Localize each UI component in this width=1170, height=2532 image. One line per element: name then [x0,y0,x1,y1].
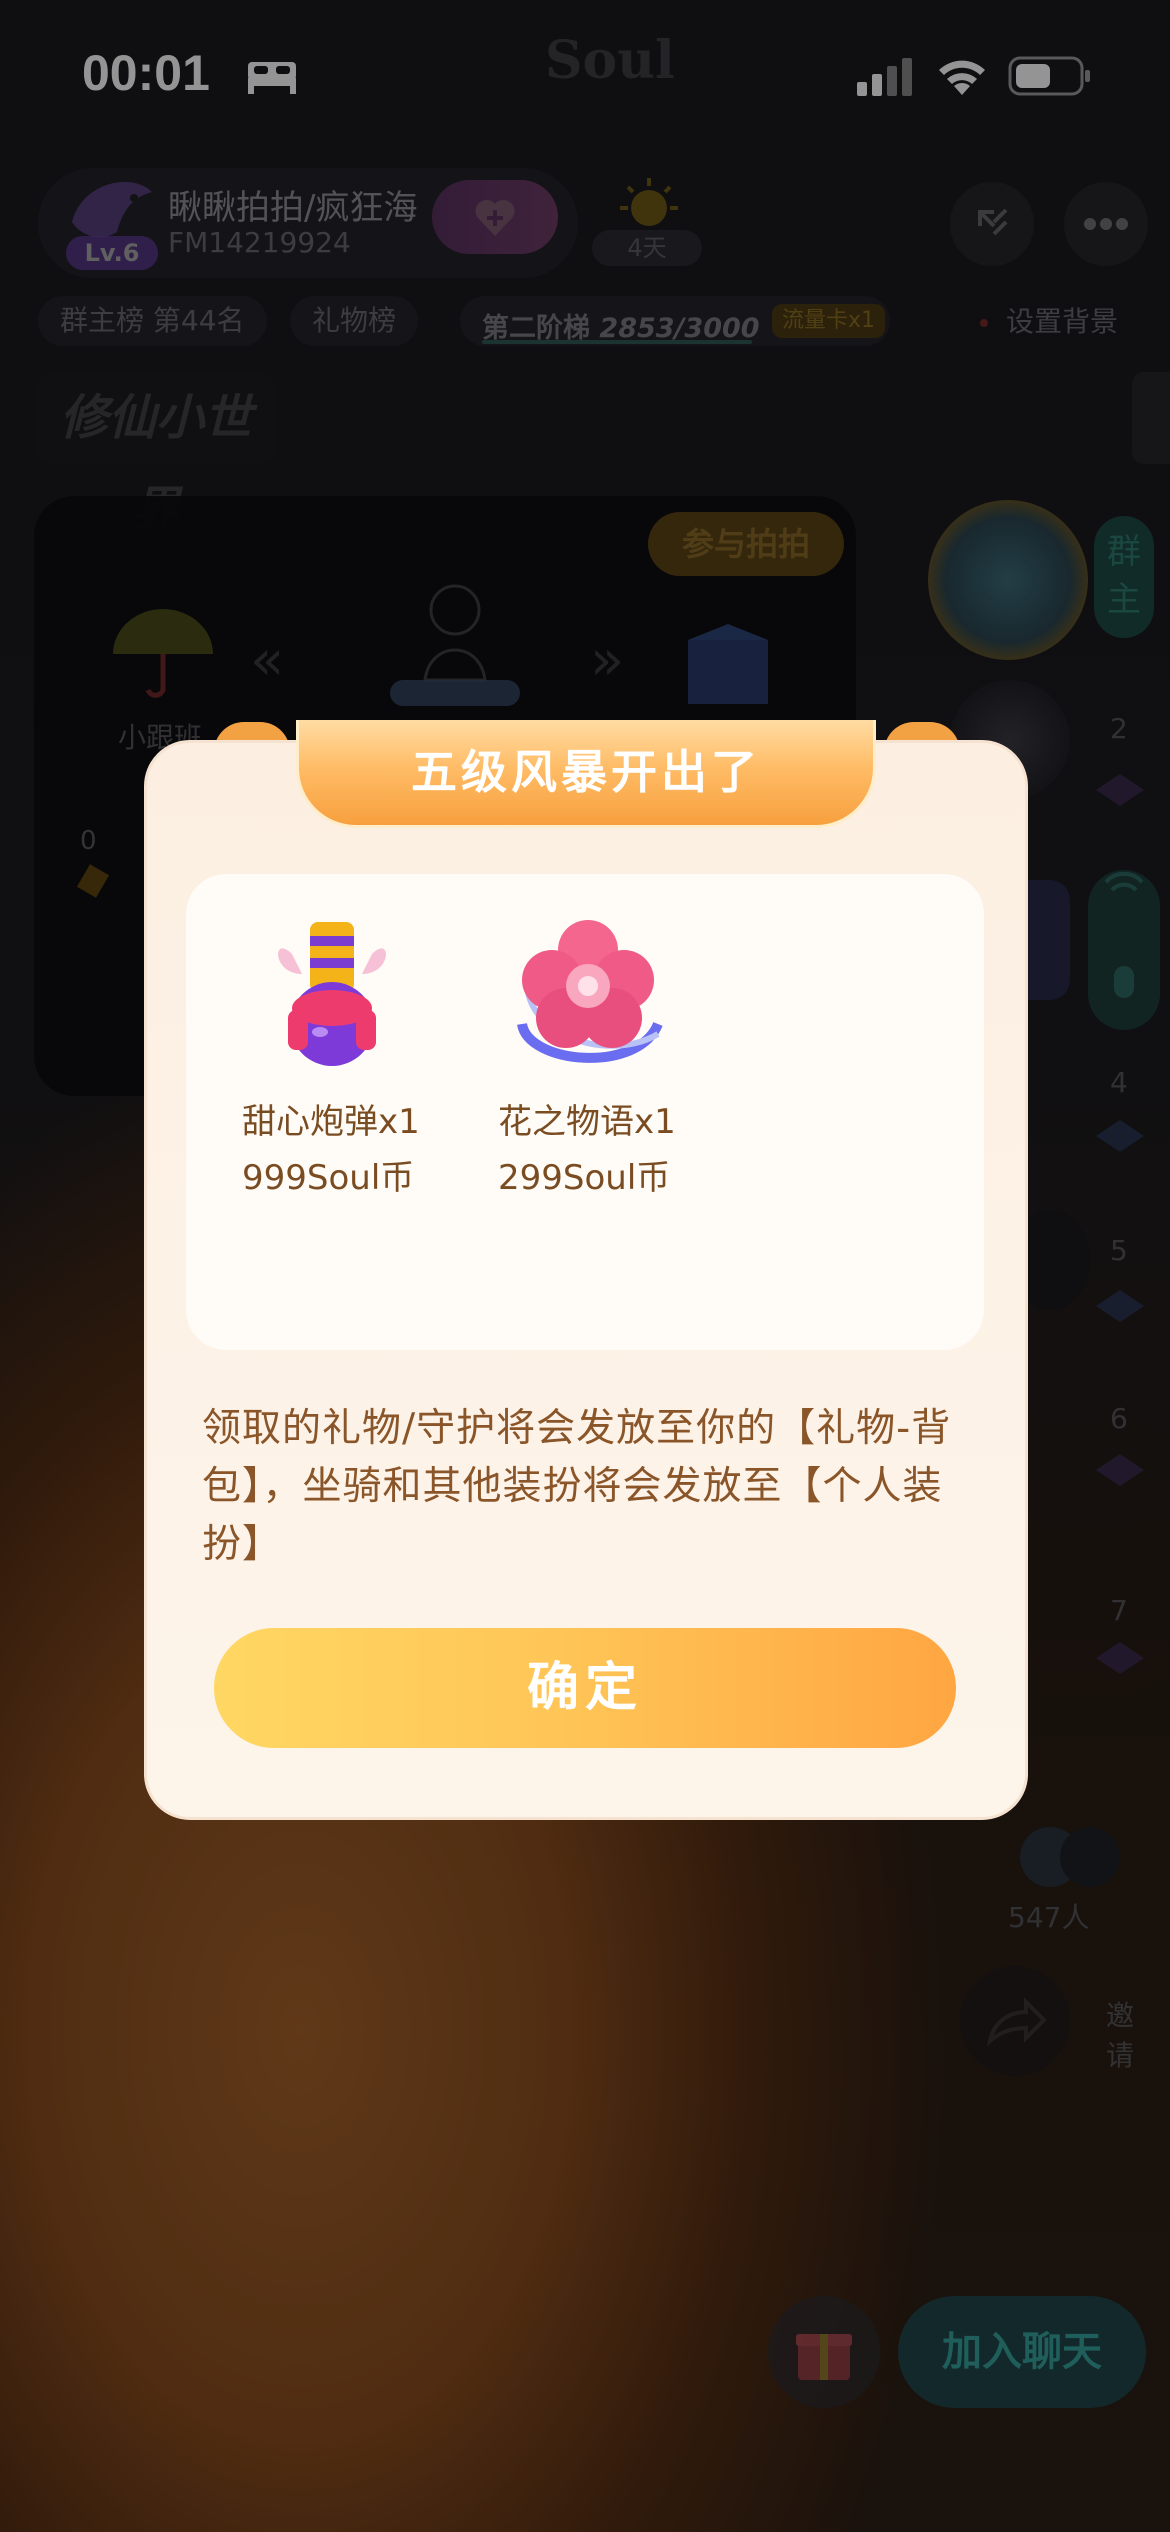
candy-bomb-icon [278,922,386,1066]
reward-name: 花之物语x1 [498,1102,676,1142]
flower-icon [517,920,663,1063]
reward-name: 甜心炮弹x1 [242,1102,420,1142]
reward-price: 299Soul币 [498,1158,671,1198]
dialog-title: 五级风暴开出了 [411,745,761,799]
gift-box-icon [796,2334,852,2380]
reward-delivery-note: 领取的礼物/守护将会发放至你的【礼物-背包】，坐骑和其他装扮将会发放至【个人装扮… [202,1406,952,1567]
confirm-button[interactable]: 确定 [214,1628,956,1748]
gift-button[interactable] [768,2296,880,2408]
reward-price: 999Soul币 [242,1158,415,1198]
join-chat-button[interactable]: 加入聊天 [898,2296,1146,2408]
